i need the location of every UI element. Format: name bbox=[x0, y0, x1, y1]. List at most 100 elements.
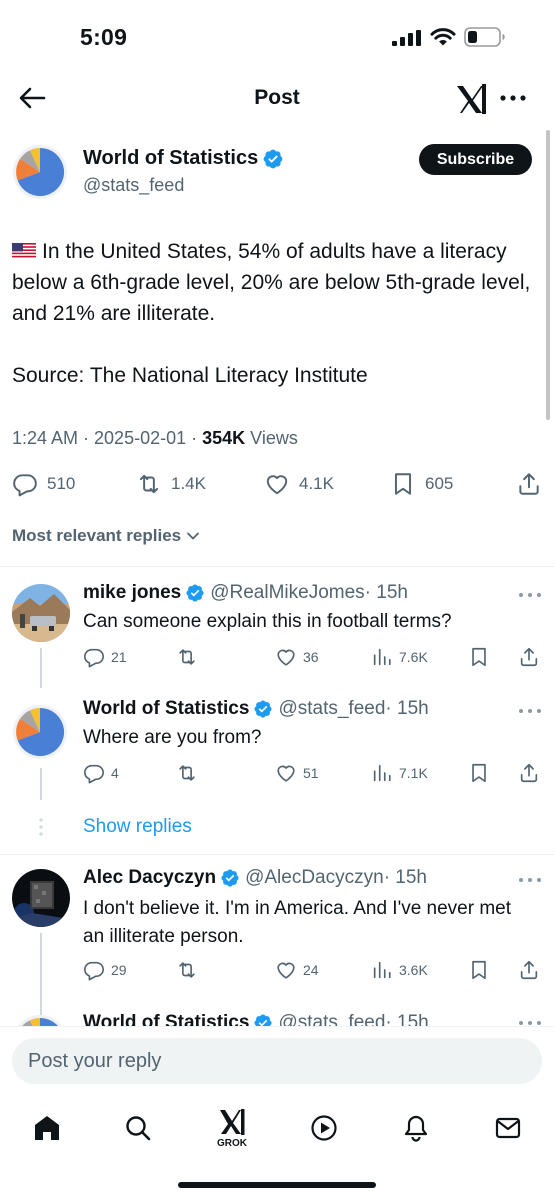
reply-input[interactable]: Post your reply bbox=[12, 1038, 542, 1084]
tab-search[interactable] bbox=[118, 1108, 158, 1148]
reply-icon bbox=[83, 959, 105, 981]
bookmark-button[interactable] bbox=[468, 760, 490, 786]
more-icon[interactable] bbox=[518, 706, 542, 716]
repost-icon bbox=[176, 959, 198, 981]
like-button[interactable]: 36 bbox=[275, 644, 319, 670]
wifi-icon bbox=[430, 28, 456, 46]
reply-item[interactable]: mike jones @RealMikeJomes · 15h Can some… bbox=[0, 568, 554, 688]
like-icon bbox=[275, 959, 297, 981]
more-icon[interactable] bbox=[518, 590, 542, 600]
home-indicator[interactable] bbox=[178, 1182, 376, 1188]
reply-handle[interactable]: @stats_feed bbox=[278, 1012, 385, 1026]
more-icon[interactable] bbox=[518, 875, 542, 885]
reply-handle[interactable]: @RealMikeJomes bbox=[210, 582, 364, 604]
reply-header: World of Statistics @stats_feed · 15h bbox=[83, 698, 429, 720]
bookmark-button[interactable] bbox=[468, 957, 490, 983]
reply-author-name[interactable]: Alec Dacyczyn bbox=[83, 867, 216, 889]
replies-sort-dropdown[interactable]: Most relevant replies bbox=[12, 526, 201, 546]
verified-badge-icon bbox=[253, 1013, 273, 1026]
bookmark-icon bbox=[468, 762, 490, 784]
tab-messages[interactable] bbox=[488, 1108, 528, 1148]
repost-button[interactable] bbox=[176, 644, 198, 670]
reply-handle[interactable]: @AlecDacyczyn bbox=[245, 867, 384, 889]
share-button[interactable] bbox=[518, 957, 540, 983]
reply-author-name[interactable]: World of Statistics bbox=[83, 1012, 249, 1026]
views-button[interactable]: 7.1K bbox=[371, 760, 428, 786]
reply-header: mike jones @RealMikeJomes · 15h bbox=[83, 582, 408, 604]
more-icon[interactable] bbox=[498, 84, 528, 112]
scrollbar[interactable] bbox=[546, 130, 550, 420]
like-button[interactable]: 24 bbox=[275, 957, 319, 983]
avatar[interactable] bbox=[12, 869, 70, 927]
tab-video[interactable] bbox=[304, 1108, 344, 1148]
reply-header: Alec Dacyczyn @AlecDacyczyn · 15h bbox=[83, 867, 427, 889]
tab-grok[interactable] bbox=[212, 1102, 252, 1142]
reply-item[interactable]: World of Statistics @stats_feed · 15h bbox=[0, 1010, 554, 1026]
reply-count: 4 bbox=[111, 765, 119, 781]
reply-item[interactable]: World of Statistics @stats_feed · 15h Wh… bbox=[0, 688, 554, 800]
avatar[interactable] bbox=[12, 144, 68, 200]
reply-text: I don't believe it. I'm in America. And … bbox=[83, 898, 512, 947]
grok-icon[interactable] bbox=[454, 82, 490, 116]
reply-time: · 15h bbox=[383, 867, 427, 888]
views-count: 3.6K bbox=[399, 962, 428, 978]
bookmark-button[interactable]: 605 bbox=[390, 468, 453, 500]
post-timestamp[interactable]: 1:24 AM · 2025-02-01 · bbox=[12, 428, 202, 448]
views-count: 7.1K bbox=[399, 765, 428, 781]
reply-author-name[interactable]: mike jones bbox=[83, 582, 181, 604]
views-button[interactable]: 7.6K bbox=[371, 644, 428, 670]
views-icon bbox=[371, 646, 393, 668]
tab-home[interactable] bbox=[27, 1108, 67, 1148]
subscribe-button[interactable]: Subscribe bbox=[419, 144, 532, 175]
show-replies-link[interactable]: Show replies bbox=[83, 816, 192, 838]
reply-actions: 21 36 7.6K bbox=[0, 644, 554, 670]
reply-button[interactable]: 21 bbox=[83, 644, 127, 670]
reply-button[interactable]: 510 bbox=[12, 468, 75, 500]
like-count: 4.1K bbox=[299, 474, 334, 493]
share-button[interactable] bbox=[518, 644, 540, 670]
reply-time: · 15h bbox=[364, 582, 408, 603]
share-button[interactable] bbox=[516, 468, 542, 500]
grok-label: GROK bbox=[217, 1138, 247, 1149]
battery-icon bbox=[464, 27, 505, 47]
avatar[interactable] bbox=[12, 704, 68, 760]
views-icon bbox=[371, 762, 393, 784]
reply-button[interactable]: 4 bbox=[83, 760, 119, 786]
reply-text: Where are you from? bbox=[83, 727, 262, 748]
video-icon bbox=[311, 1115, 337, 1141]
reply-count: 510 bbox=[47, 474, 76, 493]
reply-icon bbox=[12, 471, 38, 497]
repost-button[interactable] bbox=[176, 957, 198, 983]
author-name-text[interactable]: World of Statistics bbox=[83, 147, 258, 170]
repost-button[interactable]: 1.4K bbox=[136, 468, 206, 500]
reply-handle[interactable]: @stats_feed bbox=[278, 698, 385, 720]
author-handle[interactable]: @stats_feed bbox=[83, 175, 184, 196]
repost-button[interactable] bbox=[176, 760, 198, 786]
top-nav: Post bbox=[0, 72, 554, 124]
author-name[interactable]: World of Statistics bbox=[83, 147, 284, 170]
reply-actions: 4 51 7.1K bbox=[0, 760, 554, 786]
post-source-text: Source: The National Literacy Institute bbox=[12, 364, 368, 387]
more-icon[interactable] bbox=[518, 1018, 542, 1026]
thread-dots-icon bbox=[39, 818, 43, 836]
tab-notifications[interactable] bbox=[396, 1108, 436, 1148]
reply-button[interactable]: 29 bbox=[83, 957, 127, 983]
bookmark-button[interactable] bbox=[468, 644, 490, 670]
like-button[interactable]: 51 bbox=[275, 760, 319, 786]
search-icon bbox=[126, 1116, 151, 1141]
post-actions: 510 1.4K 4.1K 605 bbox=[0, 468, 554, 500]
reply-text: Can someone explain this in football ter… bbox=[83, 611, 452, 632]
verified-badge-icon bbox=[220, 868, 240, 888]
reply-icon bbox=[83, 762, 105, 784]
share-button[interactable] bbox=[518, 760, 540, 786]
like-button[interactable]: 4.1K bbox=[264, 468, 334, 500]
reply-author-name[interactable]: World of Statistics bbox=[83, 698, 249, 720]
like-icon bbox=[264, 471, 290, 497]
avatar[interactable] bbox=[12, 1014, 68, 1026]
bookmark-icon bbox=[390, 471, 416, 497]
post-text: In the United States, 54% of adults have… bbox=[12, 236, 532, 422]
views-button[interactable]: 3.6K bbox=[371, 957, 428, 983]
avatar[interactable] bbox=[12, 584, 70, 642]
verified-badge-icon bbox=[185, 583, 205, 603]
reply-item[interactable]: Alec Dacyczyn @AlecDacyczyn · 15h I don'… bbox=[0, 855, 554, 1015]
